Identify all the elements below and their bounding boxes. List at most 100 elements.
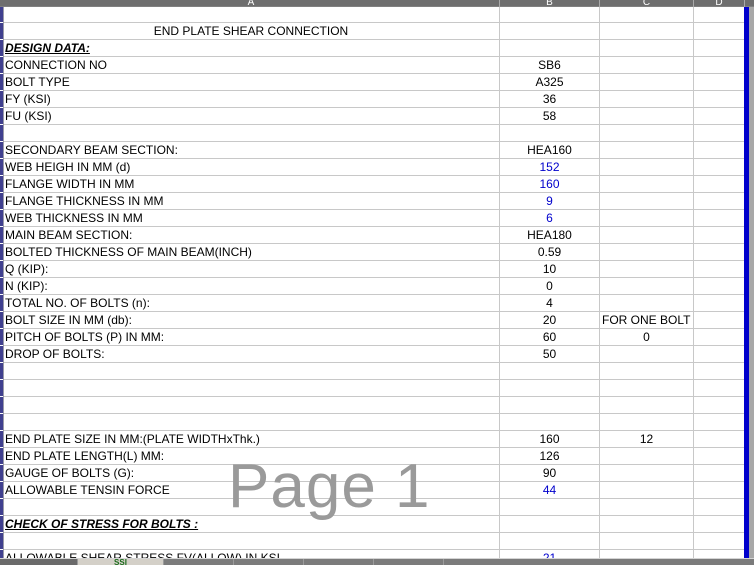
cell-B6[interactable]: 36 [500, 91, 600, 107]
sheet-row[interactable]: CHECK OF STRESS FOR BOLTS : [0, 516, 745, 533]
cell-B33[interactable]: 21 [500, 550, 600, 558]
cell-A18[interactable]: TOTAL NO. OF BOLTS (n): [3, 295, 500, 311]
cell-C10[interactable] [600, 159, 694, 175]
cell-B15[interactable]: 0.59 [500, 244, 600, 260]
cell-D6[interactable] [694, 91, 745, 107]
row-header-cell[interactable] [0, 142, 3, 158]
row-header-cell[interactable] [0, 397, 3, 413]
cell-B29[interactable]: 44 [500, 482, 600, 498]
cell-B20[interactable]: 60 [500, 329, 600, 345]
cell-D28[interactable] [694, 465, 745, 481]
sheet-row[interactable] [0, 397, 745, 414]
row-header-cell[interactable] [0, 533, 3, 549]
cell-A5[interactable]: BOLT TYPE [3, 74, 500, 90]
cell-C13[interactable] [600, 210, 694, 226]
taskbar-item-active[interactable]: SSI [78, 559, 164, 565]
cell-B28[interactable]: 90 [500, 465, 600, 481]
cell-A23[interactable] [3, 380, 500, 396]
sheet-row[interactable]: END PLATE LENGTH(L) MM: 126 [0, 448, 745, 465]
cell-B5[interactable]: A325 [500, 74, 600, 90]
row-header-cell[interactable] [0, 159, 3, 175]
cell-A24[interactable] [3, 397, 500, 413]
cell-B24[interactable] [500, 397, 600, 413]
row-header-cell[interactable] [0, 40, 3, 56]
cell-D17[interactable] [694, 278, 745, 294]
cell-B14[interactable]: HEA180 [500, 227, 600, 243]
cell-C8[interactable] [600, 125, 694, 141]
row-header-cell[interactable] [0, 7, 3, 22]
cell-C27[interactable] [600, 448, 694, 464]
cell-C32[interactable] [600, 533, 694, 549]
sheet-row[interactable] [0, 414, 745, 431]
cell-C5[interactable] [600, 74, 694, 90]
cell-D4[interactable] [694, 57, 745, 73]
cell-A8[interactable] [3, 125, 500, 141]
row-header-cell[interactable] [0, 23, 3, 39]
row-header-cell[interactable] [0, 499, 3, 515]
cell-C22[interactable] [600, 363, 694, 379]
cell-B1[interactable] [500, 7, 600, 22]
sheet-row[interactable]: DESIGN DATA: [0, 40, 745, 57]
cell-D21[interactable] [694, 346, 745, 362]
sheet-row[interactable] [0, 499, 745, 516]
cell-B3[interactable] [500, 40, 600, 56]
cell-A4[interactable]: CONNECTION NO [3, 57, 500, 73]
sheet-row[interactable]: FU (KSI) 58 [0, 108, 745, 125]
sheet-row[interactable]: FY (KSI) 36 [0, 91, 745, 108]
sheet-row[interactable] [0, 533, 745, 550]
cell-A21[interactable]: DROP OF BOLTS: [3, 346, 500, 362]
cell-D12[interactable] [694, 193, 745, 209]
cell-D27[interactable] [694, 448, 745, 464]
cell-A10[interactable]: WEB HEIGH IN MM (d) [3, 159, 500, 175]
row-header-cell[interactable] [0, 57, 3, 73]
cell-D32[interactable] [694, 533, 745, 549]
taskbar-item-4[interactable] [374, 559, 444, 565]
sheet-row[interactable] [0, 363, 745, 380]
cell-B10[interactable]: 152 [500, 159, 600, 175]
cell-A31[interactable]: CHECK OF STRESS FOR BOLTS : [3, 516, 500, 532]
cell-B30[interactable] [500, 499, 600, 515]
row-header-cell[interactable] [0, 244, 3, 260]
cell-C33[interactable] [600, 550, 694, 558]
cell-C12[interactable] [600, 193, 694, 209]
cell-A6[interactable]: FY (KSI) [3, 91, 500, 107]
cell-B16[interactable]: 10 [500, 261, 600, 277]
taskbar-item-2[interactable] [234, 559, 304, 565]
cell-C31[interactable] [600, 516, 694, 532]
sheet-row[interactable]: N (KIP): 0 [0, 278, 745, 295]
row-header-cell[interactable] [0, 516, 3, 532]
sheet-row[interactable]: END PLATE SIZE IN MM:(PLATE WIDTHxThk.) 1… [0, 431, 745, 448]
cell-C4[interactable] [600, 57, 694, 73]
cell-A33[interactable]: ALLOWABLE SHEAR STRESS FV(ALLOW) IN KSI [3, 550, 500, 558]
row-header-cell[interactable] [0, 550, 3, 558]
taskbar-item-3[interactable] [304, 559, 374, 565]
cell-D8[interactable] [694, 125, 745, 141]
cell-B19[interactable]: 20 [500, 312, 600, 328]
row-header-cell[interactable] [0, 261, 3, 277]
sheet-row[interactable]: DROP OF BOLTS: 50 [0, 346, 745, 363]
sheet-row[interactable]: END PLATE SHEAR CONNECTION [0, 23, 745, 40]
row-header-cell[interactable] [0, 210, 3, 226]
row-header-cell[interactable] [0, 465, 3, 481]
cell-C3[interactable] [600, 40, 694, 56]
cell-A3[interactable]: DESIGN DATA: [3, 40, 500, 56]
cell-D1[interactable] [694, 7, 745, 22]
sheet-row[interactable]: FLANGE WIDTH IN MM 160 [0, 176, 745, 193]
column-header-d[interactable]: D [694, 0, 745, 7]
cell-C24[interactable] [600, 397, 694, 413]
cell-A14[interactable]: MAIN BEAM SECTION: [3, 227, 500, 243]
cell-B9[interactable]: HEA160 [500, 142, 600, 158]
column-header-b[interactable]: B [500, 0, 600, 7]
cell-B8[interactable] [500, 125, 600, 141]
cell-B2[interactable] [500, 23, 600, 39]
cell-B31[interactable] [500, 516, 600, 532]
cell-B25[interactable] [500, 414, 600, 430]
cell-A13[interactable]: WEB THICKNESS IN MM [3, 210, 500, 226]
cell-A32[interactable] [3, 533, 500, 549]
taskbar-item-1[interactable] [164, 559, 234, 565]
cell-C23[interactable] [600, 380, 694, 396]
cell-D18[interactable] [694, 295, 745, 311]
column-header-a[interactable]: A [3, 0, 500, 7]
cell-A12[interactable]: FLANGE THICKNESS IN MM [3, 193, 500, 209]
cell-D29[interactable] [694, 482, 745, 498]
